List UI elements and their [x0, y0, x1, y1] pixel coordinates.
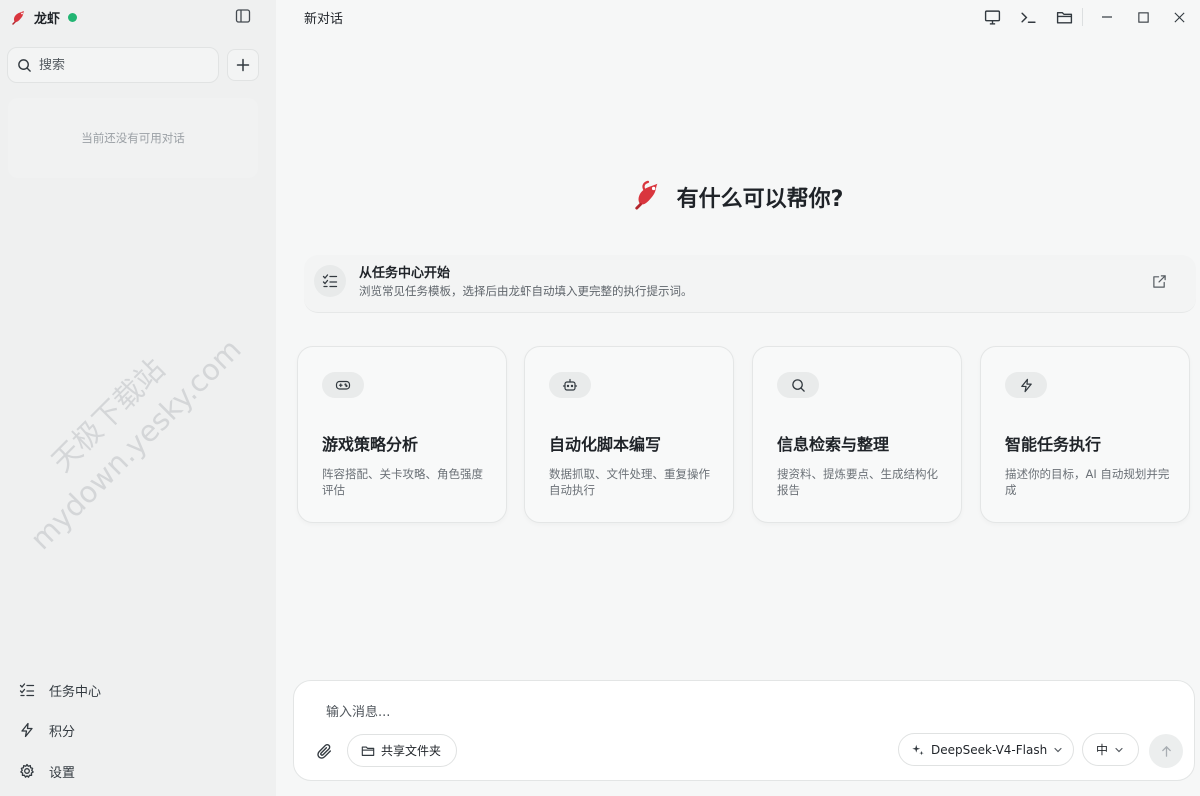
checklist-icon — [19, 683, 35, 697]
sidebar-item-task-center[interactable]: 任务中心 — [0, 672, 276, 708]
card-title: 自动化脚本编写 — [549, 435, 662, 454]
language-label: 中 — [1096, 743, 1109, 757]
send-button[interactable] — [1149, 734, 1183, 768]
toolbar-divider — [1082, 8, 1083, 26]
card-game-strategy[interactable]: 游戏策略分析 阵容搭配、关卡攻略、角色强度评估 — [297, 346, 507, 523]
model-label: DeepSeek-V4-Flash — [931, 742, 1048, 757]
close-button[interactable] — [1168, 6, 1190, 28]
brand-name: 龙虾 — [34, 11, 61, 27]
card-smart-task[interactable]: 智能任务执行 描述你的目标，AI 自动规划并完成 — [980, 346, 1190, 523]
sparkle-icon — [912, 744, 924, 755]
folder-icon — [1056, 11, 1072, 24]
attach-button[interactable] — [314, 741, 334, 761]
lobster-logo-icon — [10, 8, 28, 26]
checklist-icon — [314, 265, 346, 297]
folder-button[interactable] — [1053, 6, 1075, 28]
model-selector[interactable]: DeepSeek-V4-Flash — [898, 733, 1074, 766]
sidebar-item-label: 任务中心 — [49, 684, 102, 700]
sidebar-item-label: 积分 — [49, 724, 76, 740]
card-title: 游戏策略分析 — [322, 435, 419, 454]
empty-text: 当前还没有可用对话 — [81, 131, 185, 145]
search-icon — [777, 372, 819, 398]
sidebar-item-label: 设置 — [49, 765, 76, 781]
card-title: 智能任务执行 — [1005, 435, 1102, 454]
new-chat-button[interactable] — [227, 49, 259, 81]
main-area: 新对话 有什么可以帮你? 从任务中心开始 浏览常见任务模板，选择后由龙虾自动填入… — [276, 0, 1200, 796]
hero-title: 有什么可以帮你? — [676, 187, 844, 212]
external-link-icon — [1152, 274, 1166, 288]
title-bar: 新对话 — [276, 0, 1200, 34]
minimize-icon — [1102, 16, 1112, 18]
maximize-icon — [1137, 11, 1149, 23]
minimize-button[interactable] — [1096, 6, 1118, 28]
robot-icon — [549, 372, 591, 398]
banner-description: 浏览常见任务模板，选择后由龙虾自动填入更完整的执行提示词。 — [359, 284, 693, 298]
card-description: 搜资料、提炼要点、生成结构化报告 — [777, 467, 938, 497]
sidebar-item-points[interactable]: 积分 — [0, 712, 276, 748]
card-description: 数据抓取、文件处理、重复操作自动执行 — [549, 467, 710, 497]
search-icon — [18, 58, 31, 72]
gear-icon — [20, 763, 34, 778]
banner-title: 从任务中心开始 — [359, 266, 451, 281]
open-external-button[interactable] — [1149, 271, 1169, 291]
sidebar: 龙虾 当前还没有可用对话 任务中心 积分 — [0, 0, 276, 796]
search-box[interactable] — [7, 47, 219, 83]
status-dot — [68, 12, 78, 22]
lightning-icon — [1005, 372, 1047, 398]
gamepad-icon — [322, 372, 364, 398]
sidebar-panel-icon — [235, 9, 251, 23]
folder-icon — [361, 745, 375, 756]
paperclip-icon — [316, 743, 331, 759]
hero-heading: 有什么可以帮你? — [276, 176, 1200, 218]
search-input[interactable] — [39, 57, 199, 73]
maximize-button[interactable] — [1132, 6, 1154, 28]
message-input[interactable] — [326, 705, 1026, 720]
terminal-icon — [1020, 12, 1036, 23]
monitor-button[interactable] — [981, 6, 1003, 28]
shared-folder-button[interactable]: 共享文件夹 — [347, 734, 457, 767]
language-selector[interactable]: 中 — [1082, 733, 1139, 766]
page-title: 新对话 — [304, 12, 344, 27]
sidebar-item-settings[interactable]: 设置 — [0, 753, 276, 789]
card-automation-script[interactable]: 自动化脚本编写 数据抓取、文件处理、重复操作自动执行 — [524, 346, 734, 523]
brand: 龙虾 — [10, 6, 78, 28]
card-description: 描述你的目标，AI 自动规划并完成 — [1005, 467, 1170, 497]
lobster-logo-icon — [633, 180, 663, 214]
message-composer: 共享文件夹 DeepSeek-V4-Flash 中 — [293, 680, 1195, 781]
card-info-retrieval[interactable]: 信息检索与整理 搜资料、提炼要点、生成结构化报告 — [752, 346, 962, 523]
empty-conversations: 当前还没有可用对话 — [8, 98, 258, 178]
chevron-down-icon — [1115, 747, 1123, 752]
card-description: 阵容搭配、关卡攻略、角色强度评估 — [322, 467, 483, 497]
card-title: 信息检索与整理 — [777, 435, 890, 454]
lightning-icon — [21, 722, 33, 738]
plus-icon — [236, 58, 250, 72]
monitor-icon — [984, 9, 1000, 25]
chevron-down-icon — [1054, 747, 1062, 752]
close-icon — [1173, 11, 1185, 23]
arrow-up-icon — [1161, 745, 1171, 757]
terminal-button[interactable] — [1017, 6, 1039, 28]
sidebar-toggle-button[interactable] — [233, 6, 253, 26]
task-center-banner[interactable]: 从任务中心开始 浏览常见任务模板，选择后由龙虾自动填入更完整的执行提示词。 — [304, 255, 1196, 313]
shared-folder-label: 共享文件夹 — [381, 744, 442, 758]
